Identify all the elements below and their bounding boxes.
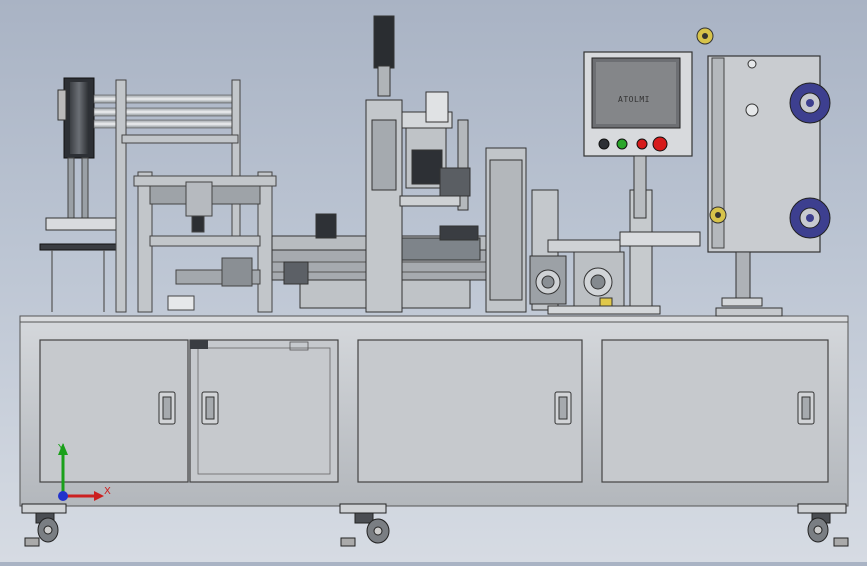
cabinet-door-4 — [601, 339, 829, 483]
reel-upper — [789, 82, 831, 124]
press-block — [485, 147, 527, 313]
hmi-panel — [583, 51, 693, 219]
machine-scene — [0, 0, 867, 562]
axis-y-label: Y — [58, 443, 65, 454]
axis-x-label: X — [104, 486, 111, 497]
reel-panel — [696, 27, 831, 317]
reset-button — [652, 136, 668, 152]
cabinet-base — [19, 315, 849, 547]
cabinet-door-3 — [357, 339, 583, 483]
casters — [21, 503, 849, 547]
start-button — [616, 138, 628, 150]
emergency-stop-button — [598, 138, 610, 150]
stop-button — [636, 138, 648, 150]
hmi-screen-text: ATOLMI — [618, 95, 650, 104]
feed-units — [529, 189, 701, 315]
reel-lower — [789, 197, 831, 239]
